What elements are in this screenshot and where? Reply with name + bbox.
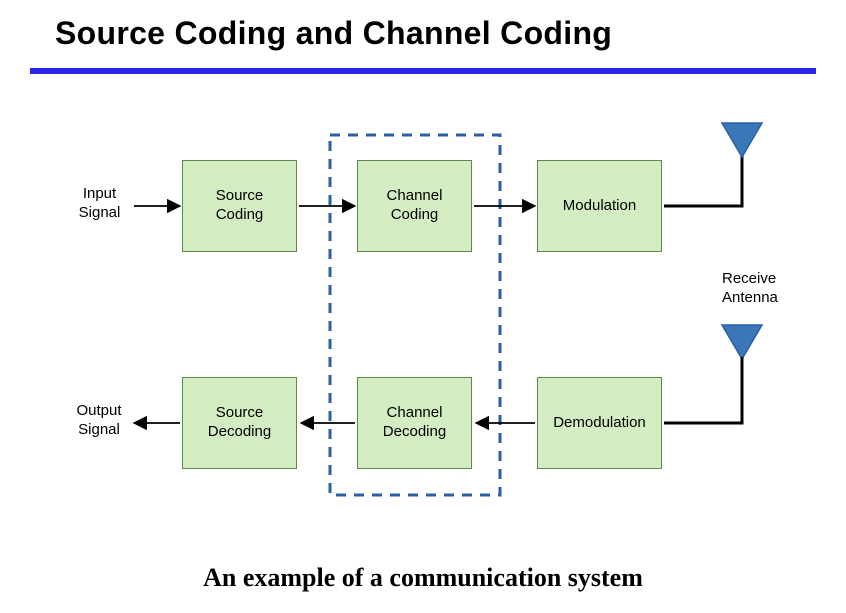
path-rx-antenna-to-demodulation: [664, 357, 742, 423]
box-label: Modulation: [563, 197, 636, 216]
rx-antenna-icon: [722, 325, 762, 359]
label-output-signal: OutputSignal: [69, 402, 129, 440]
label-input-signal: InputSignal: [72, 185, 127, 223]
box-modulation: Modulation: [537, 160, 662, 252]
communication-diagram: SourceCoding ChannelCoding Modulation So…: [62, 115, 782, 535]
box-label: SourceCoding: [216, 187, 264, 225]
tx-antenna-icon: [722, 123, 762, 157]
box-label: ChannelCoding: [387, 187, 443, 225]
box-source-coding: SourceCoding: [182, 160, 297, 252]
label-receive-antenna: ReceiveAntenna: [722, 270, 792, 308]
slide-caption: An example of a communication system: [0, 563, 846, 593]
box-channel-coding: ChannelCoding: [357, 160, 472, 252]
slide-title: Source Coding and Channel Coding: [55, 15, 612, 52]
box-label: ChannelDecoding: [383, 404, 446, 442]
horizontal-rule: [30, 68, 816, 74]
box-label: SourceDecoding: [208, 404, 271, 442]
box-label: Demodulation: [553, 414, 646, 433]
box-channel-decoding: ChannelDecoding: [357, 377, 472, 469]
path-modulation-to-tx-antenna: [664, 155, 742, 206]
box-demodulation: Demodulation: [537, 377, 662, 469]
box-source-decoding: SourceDecoding: [182, 377, 297, 469]
